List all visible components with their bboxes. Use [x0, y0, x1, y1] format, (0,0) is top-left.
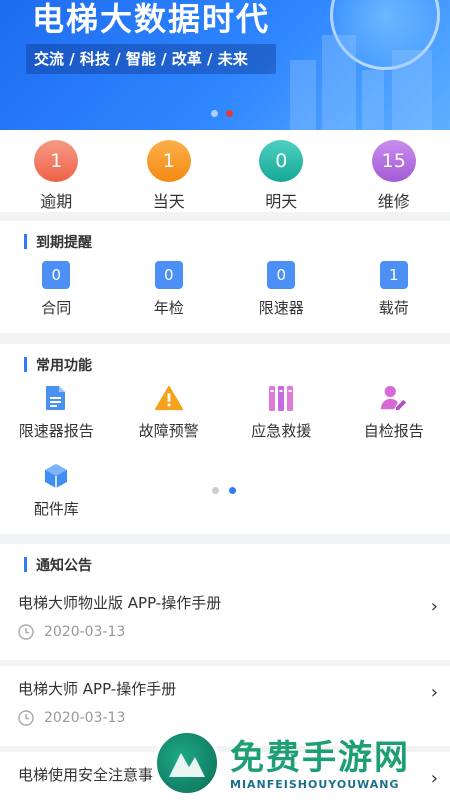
notices-section-header: 通知公告 [0, 544, 450, 580]
function-label: 限速器报告 [18, 422, 94, 440]
section-title: 常用功能 [24, 355, 92, 375]
notice-item[interactable]: 电梯大师物业版 APP-操作手册 2020-03-13 › [0, 580, 450, 660]
stat-label: 当天 [152, 192, 185, 211]
page-indicator [212, 487, 236, 494]
stat-label: 逾期 [40, 192, 73, 211]
carousel-dot-active[interactable] [226, 110, 233, 117]
count-badge: 1 [379, 261, 408, 289]
count-badge: 1 [146, 140, 191, 182]
banner-subtitle: 交流 / 科技 / 智能 / 改革 / 未来 [34, 50, 248, 68]
document-icon [42, 384, 70, 412]
functions-section: 常用功能 限速器报告 故障预警 应急救援 自检报告 配件库 [0, 344, 450, 534]
chevron-right-icon: › [430, 682, 438, 703]
expiry-label: 合同 [41, 299, 72, 317]
count-badge: 0 [42, 261, 71, 289]
carousel-indicator [211, 110, 233, 117]
stat-overdue[interactable]: 1 逾期 [11, 130, 101, 212]
notice-date: 2020-03-13 [44, 624, 126, 640]
warning-icon [154, 384, 183, 412]
function-fault-warning[interactable]: 故障预警 [113, 384, 226, 462]
user-edit-icon [380, 384, 408, 412]
function-label: 应急救援 [251, 422, 312, 440]
function-label: 自检报告 [363, 422, 424, 440]
count-badge: 1 [34, 140, 79, 182]
watermark-subtext: MIANFEISHOUYOUWANG [230, 778, 400, 791]
count-badge: 0 [267, 261, 296, 289]
chevron-right-icon: › [430, 596, 438, 617]
watermark-text: 免费手游网 [230, 738, 410, 778]
notice-title: 电梯大师 APP-操作手册 [18, 680, 177, 698]
stat-label: 维修 [377, 192, 410, 211]
notice-date: 2020-03-13 [44, 710, 126, 726]
page-dot[interactable] [212, 487, 219, 494]
stat-tomorrow[interactable]: 0 明天 [236, 130, 326, 212]
notice-title: 电梯大师物业版 APP-操作手册 [18, 594, 222, 612]
count-badge: 0 [154, 261, 183, 289]
count-badge: 0 [259, 140, 304, 182]
expiry-contract[interactable]: 0 合同 [11, 261, 101, 318]
box-icon [42, 462, 70, 490]
section-title: 通知公告 [24, 555, 92, 575]
banner-decoration [322, 35, 356, 130]
function-speed-governor-report[interactable]: 限速器报告 [0, 384, 113, 462]
banner-title: 电梯大数据时代 [32, 0, 271, 38]
expiry-label: 年检 [153, 299, 184, 317]
banner-decoration [290, 60, 316, 130]
books-icon [267, 384, 295, 412]
stat-today[interactable]: 1 当天 [124, 130, 214, 212]
expiry-label: 限速器 [258, 299, 304, 317]
watermark: 免费手游网 MIANFEISHOUYOUWANG [148, 728, 448, 800]
function-self-inspection-report[interactable]: 自检报告 [338, 384, 450, 462]
expiry-load[interactable]: 1 载荷 [349, 261, 439, 318]
banner-decoration [362, 70, 384, 130]
expiry-section: 到期提醒 0 合同 0 年检 0 限速器 1 载荷 [0, 221, 450, 333]
notice-title: 电梯使用安全注意事 [18, 766, 154, 784]
expiry-annual-inspection[interactable]: 0 年检 [124, 261, 214, 318]
function-label: 配件库 [33, 500, 79, 518]
function-emergency-rescue[interactable]: 应急救援 [225, 384, 338, 462]
function-parts-library[interactable]: 配件库 [0, 462, 113, 540]
function-label: 故障预警 [138, 422, 199, 440]
clock-icon [18, 710, 34, 726]
watermark-logo [154, 730, 220, 796]
stat-label: 明天 [265, 192, 298, 211]
section-title: 到期提醒 [24, 232, 92, 252]
status-summary: 1 逾期 1 当天 0 明天 15 维修 [0, 130, 450, 212]
expiry-label: 载荷 [378, 299, 409, 317]
banner-carousel[interactable]: 电梯大数据时代 交流 / 科技 / 智能 / 改革 / 未来 [0, 0, 450, 130]
banner-decoration [392, 50, 432, 130]
carousel-dot[interactable] [211, 110, 218, 117]
expiry-speed-governor[interactable]: 0 限速器 [236, 261, 326, 318]
page-dot-active[interactable] [229, 487, 236, 494]
count-badge: 15 [371, 140, 416, 182]
stat-repair[interactable]: 15 维修 [349, 130, 439, 212]
clock-icon [18, 624, 34, 640]
